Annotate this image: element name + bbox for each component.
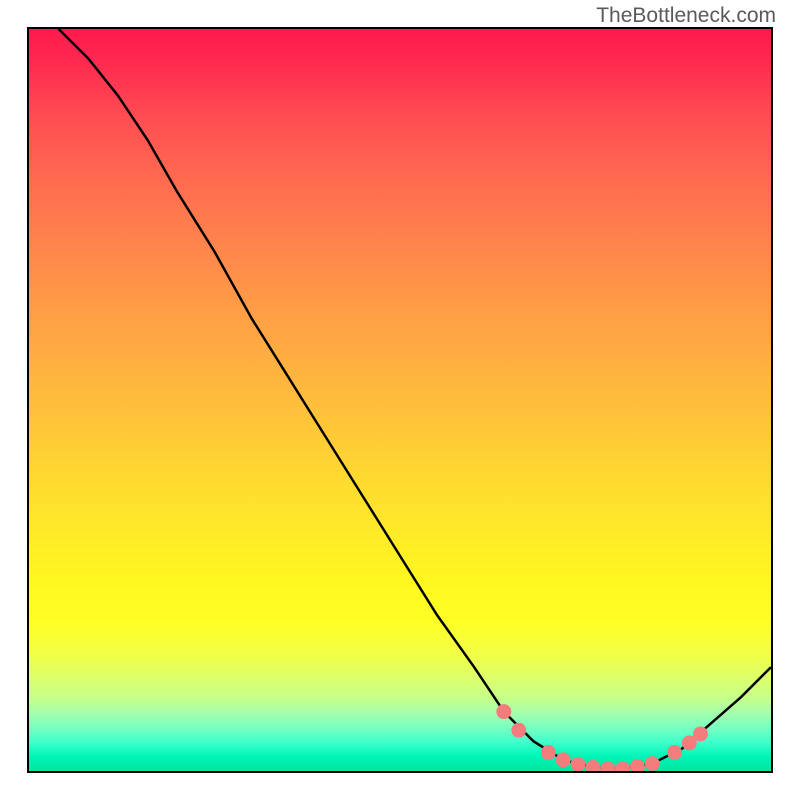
plot-area (27, 27, 773, 773)
chart-container: TheBottleneck.com (0, 0, 800, 800)
data-marker (645, 756, 660, 771)
curve-line (59, 29, 771, 769)
data-marker (586, 760, 601, 771)
chart-svg (29, 29, 771, 771)
data-marker (667, 745, 682, 760)
data-marker (630, 759, 645, 771)
data-marker (571, 757, 586, 771)
data-marker (693, 726, 708, 741)
data-marker (615, 761, 630, 771)
data-marker (496, 704, 511, 719)
data-marker (541, 745, 556, 760)
data-marker (556, 752, 571, 767)
attribution-text: TheBottleneck.com (596, 4, 776, 28)
data-marker (600, 761, 615, 771)
data-marker (511, 723, 526, 738)
